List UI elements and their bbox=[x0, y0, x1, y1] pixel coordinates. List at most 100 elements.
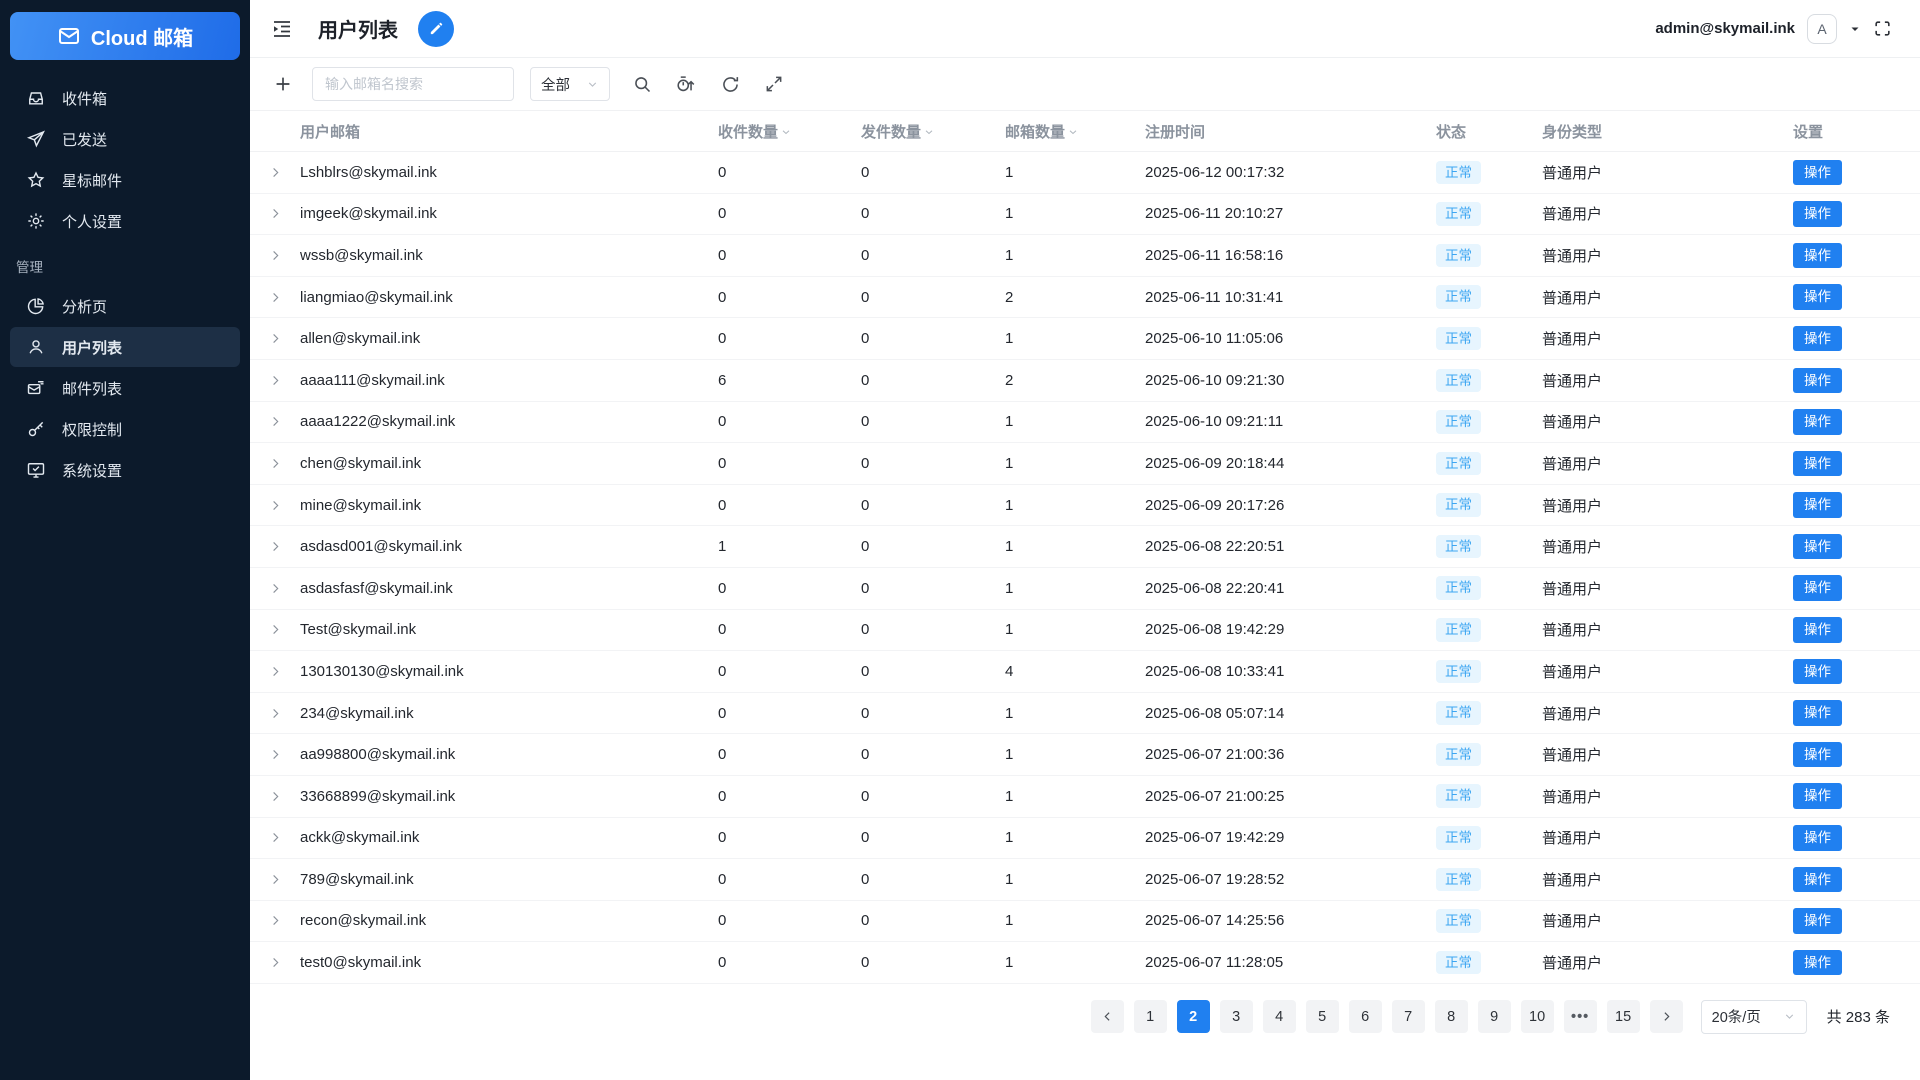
table-row: allen@skymail.ink 0 0 1 2025-06-10 11:05:06 正… bbox=[250, 318, 1920, 360]
row-action-button[interactable]: 操作 bbox=[1793, 741, 1842, 768]
row-action-button[interactable]: 操作 bbox=[1793, 617, 1842, 643]
page-button-1[interactable]: 1 bbox=[1133, 1000, 1167, 1034]
page-button-5[interactable]: 5 bbox=[1305, 1000, 1339, 1034]
row-expand-icon[interactable] bbox=[250, 539, 300, 554]
cell-status: 正常 bbox=[1436, 576, 1542, 600]
column-header-label: 注册时间 bbox=[1145, 123, 1206, 141]
cell-action: 操作 bbox=[1793, 201, 1920, 227]
cell-action: 操作 bbox=[1793, 575, 1920, 601]
row-expand-icon[interactable] bbox=[250, 373, 300, 388]
add-user-icon[interactable] bbox=[270, 71, 296, 97]
row-action-button[interactable]: 操作 bbox=[1793, 409, 1842, 435]
refresh-icon[interactable] bbox=[718, 72, 742, 96]
row-expand-icon[interactable] bbox=[250, 789, 300, 804]
filter-select[interactable]: 全部 bbox=[530, 67, 610, 101]
row-expand-icon[interactable] bbox=[250, 830, 300, 845]
row-action-button[interactable]: 操作 bbox=[1793, 325, 1842, 352]
fullscreen-icon[interactable] bbox=[1873, 19, 1892, 38]
sidebar-item-key[interactable]: 权限控制 bbox=[10, 409, 240, 449]
sidebar-item-inbox[interactable]: 收件箱 bbox=[10, 78, 240, 118]
row-action-button[interactable]: 操作 bbox=[1793, 242, 1842, 269]
sort-chevron-icon[interactable] bbox=[923, 126, 935, 138]
table-row: 789@skymail.ink 0 0 1 2025-06-07 19:28:52 正常 普… bbox=[250, 859, 1920, 901]
row-expand-icon[interactable] bbox=[250, 747, 300, 762]
row-action-button[interactable]: 操作 bbox=[1793, 866, 1842, 893]
page-button-10[interactable]: 10 bbox=[1520, 1000, 1554, 1034]
column-header-sent[interactable]: 发件数量 bbox=[861, 121, 1005, 142]
sort-chevron-icon[interactable] bbox=[780, 126, 792, 138]
row-expand-icon[interactable] bbox=[250, 248, 300, 263]
page-button-6[interactable]: 6 bbox=[1348, 1000, 1382, 1034]
cell-status: 正常 bbox=[1436, 701, 1542, 725]
cell-status: 正常 bbox=[1436, 618, 1542, 642]
cell-action: 操作 bbox=[1793, 741, 1920, 768]
row-action-button[interactable]: 操作 bbox=[1793, 575, 1842, 601]
page-size-select[interactable]: 20条/页 bbox=[1700, 999, 1807, 1034]
row-expand-icon[interactable] bbox=[250, 206, 300, 221]
row-action-button[interactable]: 操作 bbox=[1793, 908, 1842, 934]
collapse-sidebar-icon[interactable] bbox=[270, 17, 294, 41]
row-action-button[interactable]: 操作 bbox=[1793, 159, 1842, 186]
row-expand-icon[interactable] bbox=[250, 872, 300, 887]
search-input[interactable] bbox=[312, 67, 514, 101]
sidebar-item-pie[interactable]: 分析页 bbox=[10, 286, 240, 326]
search-icon[interactable] bbox=[630, 72, 654, 96]
page-button-8[interactable]: 8 bbox=[1434, 1000, 1468, 1034]
row-expand-icon[interactable] bbox=[250, 664, 300, 679]
page-button-9[interactable]: 9 bbox=[1477, 1000, 1511, 1034]
edit-button[interactable] bbox=[418, 10, 454, 47]
row-expand-icon[interactable] bbox=[250, 456, 300, 471]
prev-page-button[interactable] bbox=[1090, 1000, 1124, 1034]
timer-upload-icon[interactable] bbox=[674, 72, 698, 96]
next-page-button[interactable] bbox=[1649, 1000, 1683, 1034]
sidebar-item-monitor[interactable]: 系统设置 bbox=[10, 450, 240, 490]
chevron-down-icon[interactable] bbox=[1849, 23, 1861, 35]
row-action-button[interactable]: 操作 bbox=[1793, 658, 1842, 685]
cell-role: 普通用户 bbox=[1542, 206, 1603, 224]
avatar[interactable]: A bbox=[1807, 13, 1837, 44]
row-action-button[interactable]: 操作 bbox=[1793, 533, 1842, 560]
row-action-button[interactable]: 操作 bbox=[1793, 492, 1842, 518]
row-expand-icon[interactable] bbox=[250, 498, 300, 513]
sidebar-item-user[interactable]: 用户列表 bbox=[10, 327, 240, 367]
row-action-button[interactable]: 操作 bbox=[1793, 949, 1842, 976]
page-button-4[interactable]: 4 bbox=[1262, 1000, 1296, 1034]
row-expand-icon[interactable] bbox=[250, 913, 300, 928]
row-action-button[interactable]: 操作 bbox=[1793, 201, 1842, 227]
sidebar-item-send[interactable]: 已发送 bbox=[10, 119, 240, 159]
column-header-mailboxes[interactable]: 邮箱数量 bbox=[1005, 121, 1145, 142]
cell-registered: 2025-06-07 11:28:05 bbox=[1145, 954, 1284, 972]
row-expand-icon[interactable] bbox=[250, 165, 300, 180]
row-action-button[interactable]: 操作 bbox=[1793, 450, 1842, 477]
table-body: Lshblrs@skymail.ink 0 0 1 2025-06-12 00:17:3… bbox=[250, 152, 1920, 984]
sidebar-item-mail-list[interactable]: 邮件列表 bbox=[10, 368, 240, 408]
row-expand-icon[interactable] bbox=[250, 331, 300, 346]
expand-icon[interactable] bbox=[762, 72, 786, 96]
brand-button[interactable]: Cloud 邮箱 bbox=[10, 12, 240, 60]
column-header-role: 身份类型 bbox=[1542, 121, 1793, 142]
page-button-15[interactable]: 15 bbox=[1606, 1000, 1640, 1034]
column-header-received[interactable]: 收件数量 bbox=[718, 121, 861, 142]
sidebar-item-gear[interactable]: 个人设置 bbox=[10, 201, 240, 241]
page-button-3[interactable]: 3 bbox=[1219, 1000, 1253, 1034]
row-action-button[interactable]: 操作 bbox=[1793, 284, 1842, 310]
page-button-2[interactable]: 2 bbox=[1176, 1000, 1210, 1034]
sort-chevron-icon[interactable] bbox=[1067, 126, 1079, 138]
inbox-icon bbox=[26, 88, 46, 108]
row-action-button[interactable]: 操作 bbox=[1793, 783, 1842, 809]
page-button-7[interactable]: 7 bbox=[1391, 1000, 1425, 1034]
row-action-button[interactable]: 操作 bbox=[1793, 825, 1842, 851]
cell-email: chen@skymail.ink bbox=[300, 454, 422, 472]
cell-email: 789@skymail.ink bbox=[300, 870, 414, 888]
row-expand-icon[interactable] bbox=[250, 622, 300, 637]
row-expand-icon[interactable] bbox=[250, 955, 300, 970]
cell-registered: 2025-06-08 05:07:14 bbox=[1145, 704, 1285, 722]
row-action-button[interactable]: 操作 bbox=[1793, 700, 1842, 726]
page-ellipsis-button[interactable]: ••• bbox=[1563, 1000, 1597, 1034]
row-expand-icon[interactable] bbox=[250, 290, 300, 305]
row-action-button[interactable]: 操作 bbox=[1793, 367, 1842, 394]
sidebar-item-star[interactable]: 星标邮件 bbox=[10, 160, 240, 200]
row-expand-icon[interactable] bbox=[250, 414, 300, 429]
row-expand-icon[interactable] bbox=[250, 581, 300, 596]
row-expand-icon[interactable] bbox=[250, 706, 300, 721]
